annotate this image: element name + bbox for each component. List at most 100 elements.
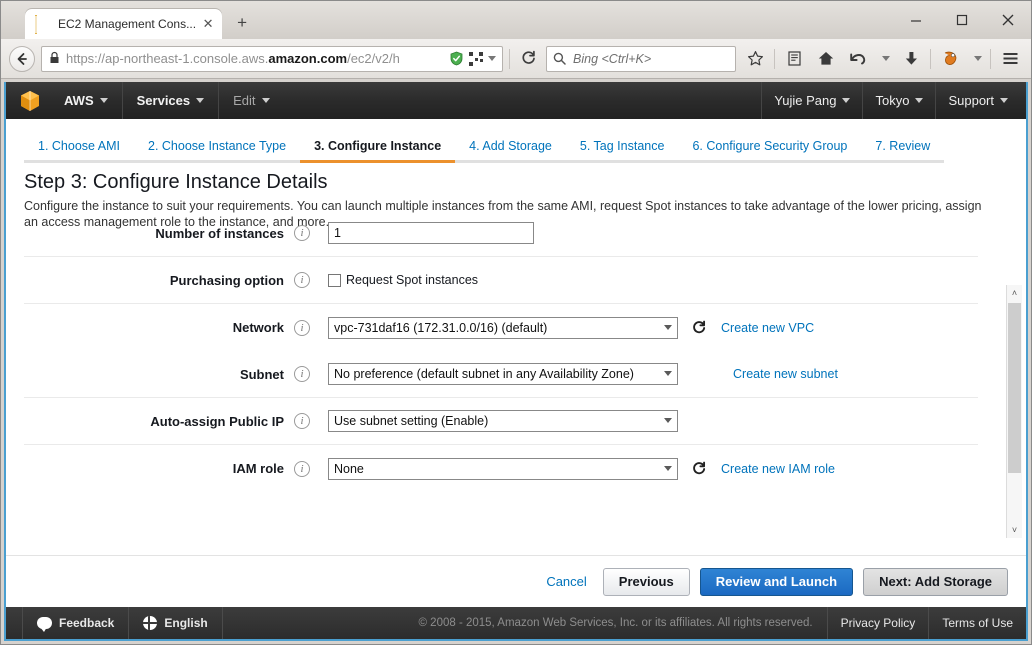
aws-menu-services[interactable]: Services [121, 82, 219, 119]
network-select[interactable]: vpc-731daf16 (172.31.0.0/16) (default) [328, 316, 678, 339]
browser-window: EC2 Management Cons... ✕ + https://ap-no… [0, 0, 1032, 645]
iam-role-select-value: None [328, 457, 678, 480]
content-scrollbar[interactable]: ˄ ˅ [1006, 285, 1022, 538]
step-6-configure-security-group[interactable]: 6. Configure Security Group [678, 139, 862, 163]
close-icon[interactable] [985, 5, 1031, 35]
reload-icon[interactable] [516, 47, 540, 71]
back-icon[interactable] [9, 45, 35, 72]
chevron-down-icon [915, 98, 924, 103]
close-icon[interactable]: ✕ [200, 16, 216, 32]
wizard-steps: 1. Choose AMI 2. Choose Instance Type 3.… [6, 119, 1026, 163]
cancel-button[interactable]: Cancel [546, 574, 586, 589]
globe-icon [143, 616, 158, 630]
wizard-actions: Cancel Previous Review and Launch Next: … [6, 555, 1026, 607]
address-bar[interactable]: https://ap-northeast-1.console.aws.amazo… [41, 45, 503, 72]
history-back-icon[interactable] [845, 46, 871, 72]
request-spot-instances-label[interactable]: Request Spot instances [346, 273, 478, 287]
step-1-choose-ami[interactable]: 1. Choose AMI [24, 139, 134, 163]
privacy-policy-link[interactable]: Privacy Policy [826, 607, 929, 639]
aws-menu-services-label: Services [136, 93, 191, 108]
info-icon[interactable]: i [294, 366, 310, 382]
aws-menu-edit[interactable]: Edit [218, 82, 283, 119]
step-5-tag-instance[interactable]: 5. Tag Instance [565, 139, 679, 163]
search-input[interactable]: Bing <Ctrl+K> [546, 45, 736, 72]
subnet-select-value: No preference (default subnet in any Ava… [328, 363, 678, 385]
info-icon[interactable]: i [294, 319, 310, 336]
qr-icon[interactable] [469, 51, 483, 66]
home-icon[interactable] [813, 46, 839, 72]
form-row-iam-role: IAM role i None Create new IAM role [24, 445, 978, 492]
iam-role-select[interactable]: None [328, 457, 678, 480]
region-menu[interactable]: Tokyo [862, 82, 935, 119]
aws-cube-logo[interactable] [18, 89, 40, 113]
form-row-auto-assign-public-ip: Auto-assign Public IP i Use subnet setti… [24, 398, 978, 445]
toolbar-divider [509, 48, 510, 69]
chevron-down-icon [261, 98, 270, 103]
step-2-choose-instance-type[interactable]: 2. Choose Instance Type [134, 139, 301, 163]
shield-icon[interactable] [449, 51, 464, 66]
aws-nav-right: Yujie Pang Tokyo Support [761, 82, 1026, 119]
auto-assign-public-ip-select[interactable]: Use subnet setting (Enable) [328, 410, 678, 432]
label-auto-assign-public-ip: Auto-assign Public IP [150, 413, 284, 429]
support-menu[interactable]: Support [935, 82, 1020, 119]
label-network: Network [232, 320, 284, 335]
chevron-down-icon [99, 98, 108, 103]
review-and-launch-button[interactable]: Review and Launch [699, 567, 854, 596]
previous-button[interactable]: Previous [602, 567, 690, 596]
create-new-iam-role-link[interactable]: Create new IAM role [721, 462, 835, 476]
auto-assign-public-ip-value: Use subnet setting (Enable) [328, 410, 678, 432]
scroll-up-icon[interactable]: ˄ [1007, 285, 1022, 301]
create-new-vpc-link[interactable]: Create new VPC [721, 321, 814, 335]
page-footer: Feedback English © 2008 - 2015, Amazon W… [6, 607, 1026, 639]
language-button[interactable]: English [129, 607, 223, 639]
info-icon[interactable]: i [294, 460, 310, 477]
minimize-icon[interactable] [893, 5, 939, 35]
scroll-down-icon[interactable]: ˅ [1007, 522, 1022, 538]
refresh-icon[interactable] [691, 461, 707, 477]
language-label: English [164, 616, 208, 630]
download-icon[interactable] [898, 46, 924, 72]
next-add-storage-button[interactable]: Next: Add Storage [863, 567, 1008, 596]
firefox-dropdown-icon[interactable] [974, 56, 982, 61]
aws-menu-aws-label: AWS [64, 93, 94, 108]
page-title: Step 3: Configure Instance Details [24, 171, 328, 193]
browser-tab[interactable]: EC2 Management Cons... ✕ [25, 9, 223, 39]
aws-cube-icon [35, 15, 51, 34]
step-7-review[interactable]: 7. Review [861, 139, 945, 163]
menu-icon[interactable] [997, 46, 1023, 72]
configure-form: Number of instances i Purchasing option … [6, 210, 1026, 555]
terms-of-use-link[interactable]: Terms of Use [928, 607, 1026, 639]
firefox-icon[interactable] [937, 46, 963, 72]
browser-toolbar: https://ap-northeast-1.console.aws.amazo… [1, 39, 1031, 79]
tab-title: EC2 Management Cons... [58, 17, 197, 31]
bookmark-star-icon[interactable] [742, 46, 768, 72]
reading-list-icon[interactable] [781, 46, 807, 72]
info-icon[interactable]: i [294, 225, 310, 241]
aws-menu-aws[interactable]: AWS [50, 82, 122, 119]
create-new-subnet-link[interactable]: Create new subnet [733, 367, 838, 381]
info-icon[interactable]: i [294, 272, 310, 288]
search-icon [553, 52, 566, 65]
account-menu-label: Yujie Pang [774, 93, 837, 108]
label-purchasing-option: Purchasing option [169, 272, 284, 288]
tab-strip: EC2 Management Cons... ✕ + [1, 1, 1031, 39]
info-icon[interactable]: i [294, 413, 310, 429]
request-spot-instances-row: Request Spot instances [328, 273, 478, 287]
chevron-down-icon[interactable] [488, 56, 496, 61]
subnet-select[interactable]: No preference (default subnet in any Ava… [328, 363, 678, 385]
chevron-down-icon [196, 98, 205, 103]
chevron-down-icon [842, 98, 851, 103]
maximize-icon[interactable] [939, 5, 985, 35]
form-row-purchasing-option: Purchasing option i Request Spot instanc… [24, 257, 978, 304]
account-menu[interactable]: Yujie Pang [761, 82, 862, 119]
new-tab-button[interactable]: + [228, 11, 256, 37]
scrollbar-thumb[interactable] [1008, 303, 1021, 473]
feedback-button[interactable]: Feedback [22, 607, 130, 639]
step-4-add-storage[interactable]: 4. Add Storage [455, 139, 566, 163]
network-select-value: vpc-731daf16 (172.31.0.0/16) (default) [328, 316, 678, 339]
history-dropdown-icon[interactable] [882, 56, 890, 61]
toolbar-divider [774, 48, 775, 69]
number-of-instances-input[interactable] [328, 222, 534, 244]
request-spot-instances-checkbox[interactable] [328, 273, 341, 287]
refresh-icon[interactable] [691, 320, 707, 336]
